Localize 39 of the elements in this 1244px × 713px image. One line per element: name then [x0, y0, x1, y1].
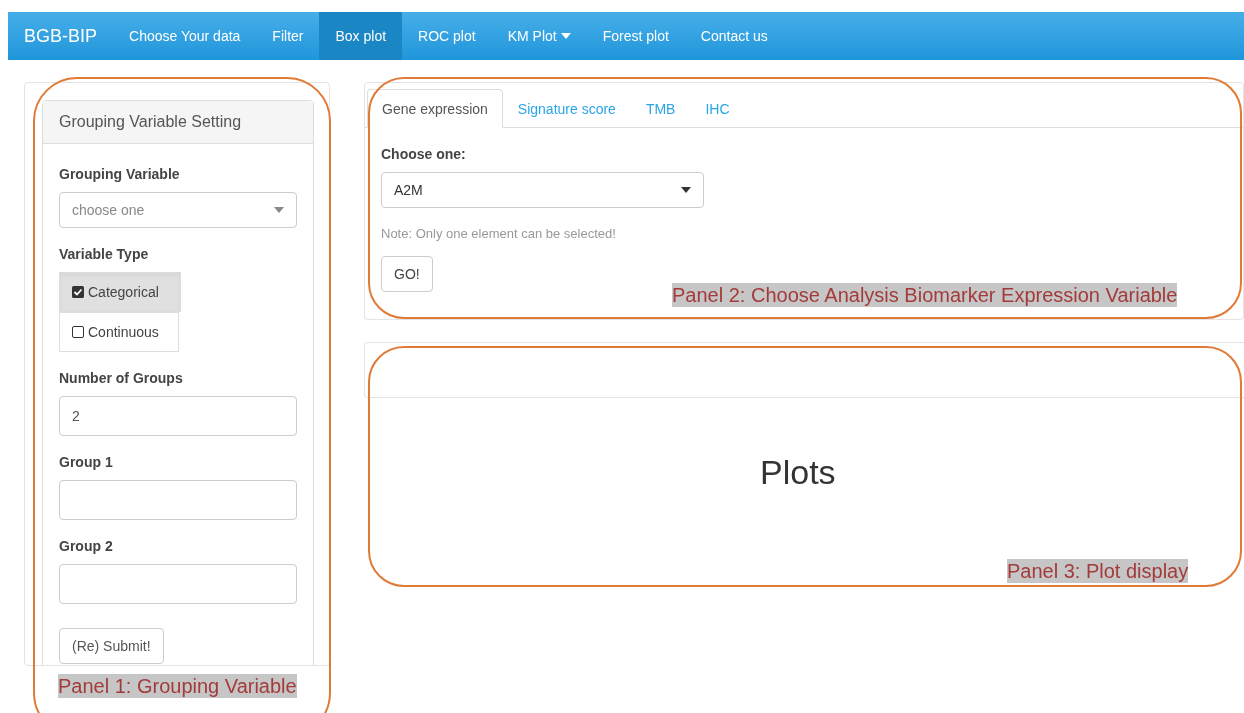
checked-box-icon	[72, 286, 84, 298]
gene-select[interactable]: A2M	[381, 172, 704, 208]
text-field[interactable]	[59, 480, 297, 520]
field-label: Variable Type	[59, 245, 150, 264]
tab[interactable]: TMB	[630, 89, 691, 128]
nav-item[interactable]: Box plot	[319, 12, 403, 60]
select-value: A2M	[394, 181, 423, 200]
text-field[interactable]	[59, 564, 297, 604]
annotation-label: Panel 1: Grouping Variable	[58, 674, 297, 698]
field-label: Group 1	[59, 453, 114, 472]
nav-item[interactable]: ROC plot	[402, 12, 492, 60]
caret-icon	[681, 187, 691, 193]
field-label: Group 2	[59, 537, 114, 556]
tab[interactable]: IHC	[690, 89, 745, 128]
submit-button[interactable]: (Re) Submit!	[59, 628, 164, 664]
nav-item[interactable]: Choose Your data	[113, 12, 257, 60]
nav-item[interactable]: Forest plot	[586, 12, 685, 60]
annotation-label: Panel 3: Plot display	[1007, 559, 1189, 583]
nav-item[interactable]: Filter	[256, 12, 320, 60]
text-field[interactable]: 2	[59, 396, 297, 436]
nav-item[interactable]: Contact us	[684, 12, 784, 60]
tab[interactable]: Gene expression	[367, 89, 503, 128]
select-value: choose one	[72, 201, 145, 220]
plot-placeholder-text: Plots	[760, 452, 836, 493]
field-label: Number of Groups	[59, 369, 184, 388]
caret-icon	[274, 207, 284, 213]
nav-item[interactable]: KM Plot	[491, 12, 587, 60]
type-option[interactable]: Categorical	[59, 272, 181, 312]
empty-box-icon	[72, 326, 84, 338]
note-text: Note: Only one element can be selected!	[381, 225, 617, 243]
field-label: Grouping Variable	[59, 165, 181, 184]
annotation-label: Panel 2: Choose Analysis Biomarker Expression Variable	[672, 283, 1178, 307]
type-option[interactable]: Continuous	[59, 312, 179, 352]
panel-heading: Grouping Variable Setting	[43, 101, 313, 144]
go-button[interactable]: GO!	[381, 255, 433, 292]
tab[interactable]: Signature score	[502, 89, 631, 128]
field-label: Choose one:	[381, 145, 467, 164]
brand-title[interactable]: BGB-BIP	[8, 12, 114, 60]
grouping-select[interactable]: choose one	[59, 192, 297, 228]
